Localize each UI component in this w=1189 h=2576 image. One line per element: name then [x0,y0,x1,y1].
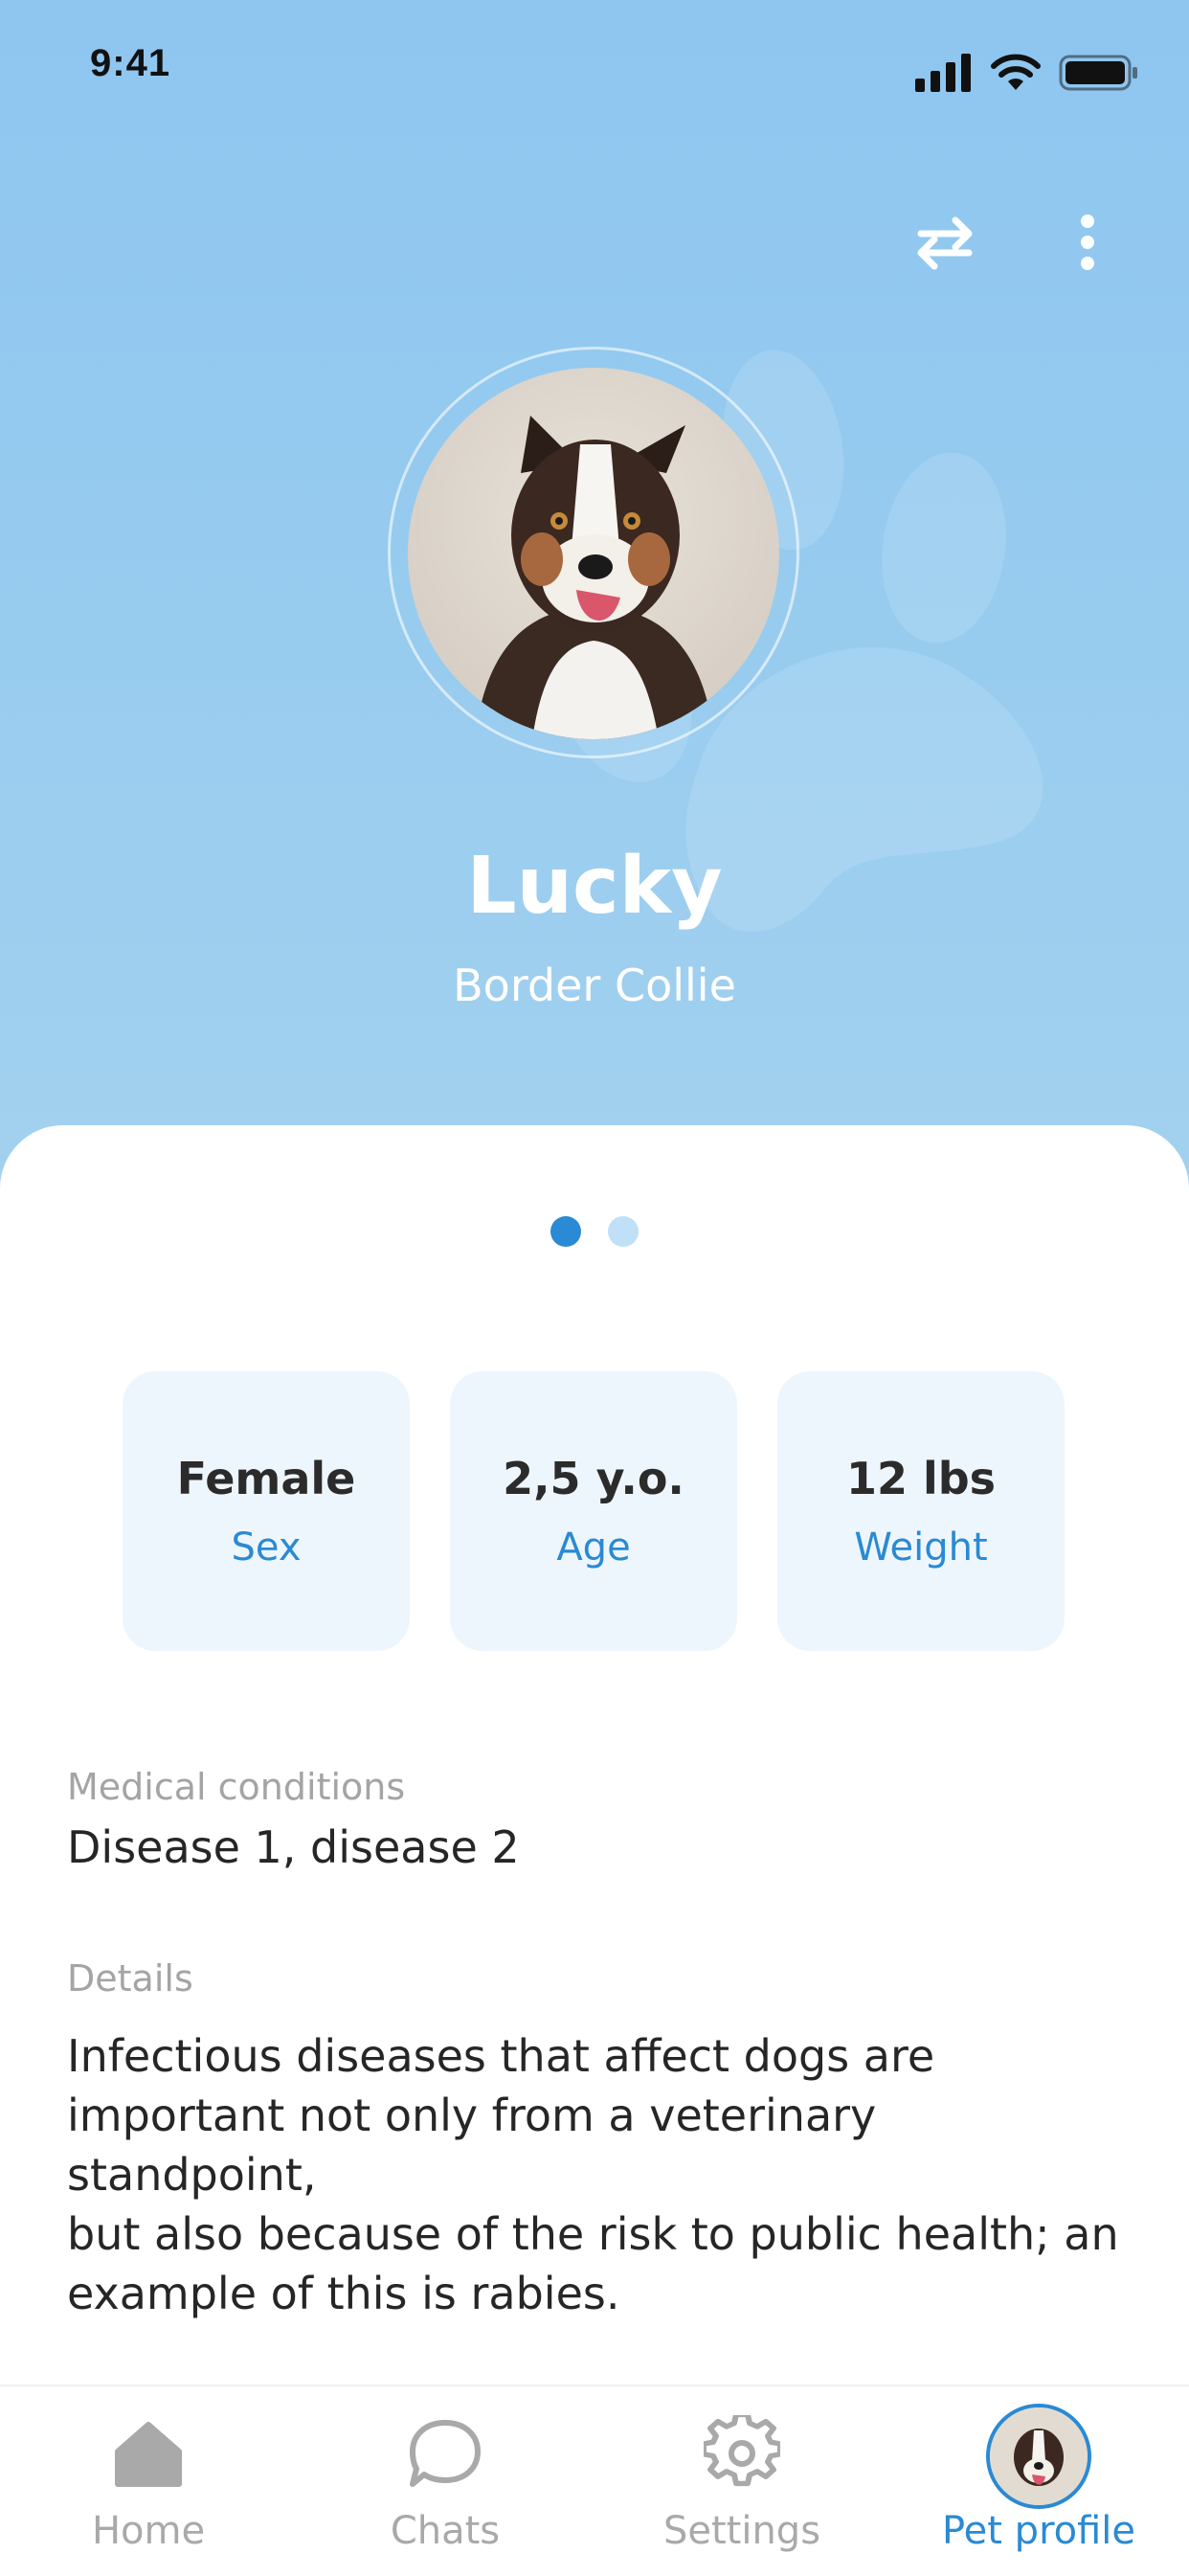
stat-value: 12 lbs [845,1453,997,1504]
pet-avatar-tab-icon [986,2404,1091,2509]
status-time: 9:41 [90,42,171,84]
status-bar: 9:41 [0,0,1189,134]
page-indicator [0,1216,1189,1247]
stat-label: Sex [231,1525,302,1570]
bottom-tab-bar: Home Chats Settings Pet profile [0,2384,1189,2576]
gear-icon [704,2415,780,2487]
details-line: Infectious diseases that affect dogs are [67,2030,935,2082]
page-dot-inactive[interactable] [608,1216,639,1247]
tab-pet-profile[interactable]: Pet profile [890,2386,1187,2576]
cellular-signal-icon [915,54,971,92]
details-line: example of this is rabies. [67,2268,620,2319]
stat-card-sex: Female Sex [123,1371,410,1651]
medical-conditions-section: Medical conditions Disease 1, disease 2 [67,1766,1130,1873]
status-icons [915,54,1139,92]
tab-label: Pet profile [941,2509,1136,2553]
pet-avatar[interactable] [408,368,779,739]
stat-value: Female [176,1453,356,1504]
more-vertical-icon [1081,215,1094,270]
switch-pet-button[interactable] [904,201,986,283]
details-section: Details Infectious diseases that affect … [67,1957,1130,2323]
stat-label: Weight [854,1525,988,1570]
tab-label: Home [91,2509,206,2553]
tab-settings[interactable]: Settings [594,2386,890,2576]
swap-arrows-icon [917,216,973,270]
page-dot-active[interactable] [550,1216,581,1247]
pet-stats: Female Sex 2,5 y.o. Age 12 lbs Weight [123,1371,1065,1651]
battery-icon [1059,55,1137,91]
tab-label: Settings [662,2509,821,2553]
stat-label: Age [556,1525,631,1570]
details-text: Infectious diseases that affect dogs are… [67,2026,1130,2323]
wifi-icon [991,54,1041,90]
tab-home[interactable]: Home [0,2386,297,2576]
medical-conditions-label: Medical conditions [67,1766,406,1808]
medical-conditions-value: Disease 1, disease 2 [67,1821,520,1873]
home-icon [115,2422,182,2487]
pet-name: Lucky [466,841,723,932]
more-options-button[interactable] [1063,201,1112,283]
tab-label: Chats [390,2509,501,2553]
stat-card-weight: 12 lbs Weight [777,1371,1065,1651]
details-line: but also because of the risk to public h… [67,2208,1119,2260]
dog-thumbnail [990,2407,1088,2505]
stat-value: 2,5 y.o. [503,1453,684,1504]
stat-card-age: 2,5 y.o. Age [450,1371,737,1651]
pet-breed: Border Collie [453,960,736,1011]
chat-bubble-icon [410,2420,481,2487]
dog-photo [475,416,714,739]
details-label: Details [67,1957,193,2000]
details-line: important not only from a veterinary sta… [67,2090,877,2201]
tab-chats[interactable]: Chats [297,2386,594,2576]
